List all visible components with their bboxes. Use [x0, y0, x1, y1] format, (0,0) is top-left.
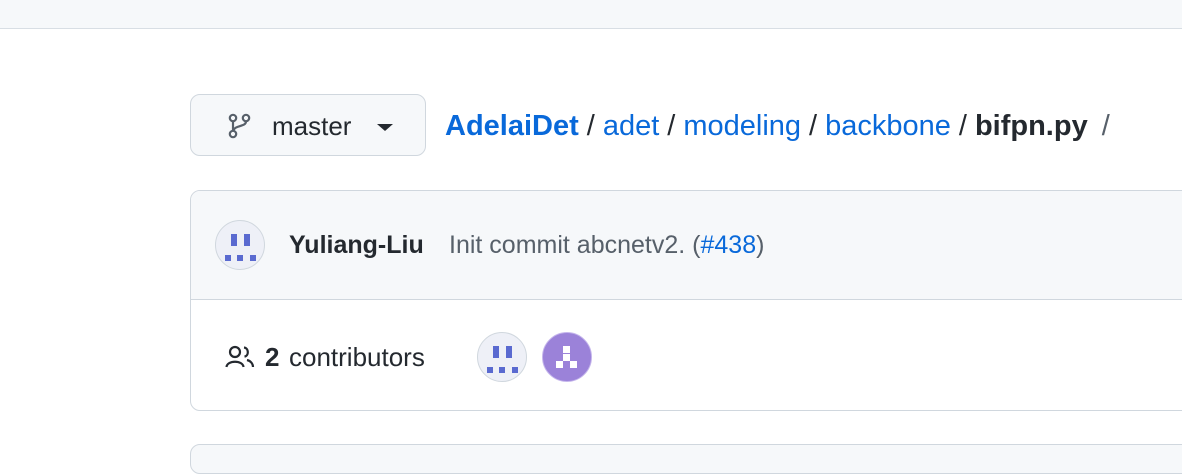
branch-select-button[interactable]: master: [190, 94, 426, 156]
latest-commit-header: Yuliang-Liu Init commit abcnetv2. (#438): [191, 191, 1182, 300]
commit-message: Init commit abcnetv2. (#438): [449, 225, 764, 265]
breadcrumb-repo-link[interactable]: AdelaiDet: [445, 110, 579, 142]
git-branch-icon: [228, 113, 251, 139]
contributors-label: contributors: [289, 342, 425, 372]
commit-message-text[interactable]: Init commit abcnetv2. (: [449, 231, 700, 259]
commit-info-box: Yuliang-Liu Init commit abcnetv2. (#438)…: [190, 190, 1182, 411]
branch-name: master: [272, 111, 352, 141]
breadcrumb-separator: /: [1101, 110, 1110, 142]
file-content-box: [190, 444, 1182, 474]
breadcrumb-separator: /: [958, 110, 967, 142]
contributor-avatar[interactable]: [542, 332, 592, 382]
top-strip: [0, 0, 1182, 29]
author-avatar[interactable]: [215, 220, 265, 270]
commit-message-suffix: ): [756, 231, 765, 259]
breadcrumb-separator: /: [667, 110, 676, 142]
breadcrumb-separator: /: [809, 110, 818, 142]
breadcrumb-dir-backbone[interactable]: backbone: [825, 110, 951, 142]
breadcrumb-file-name: bifpn.py: [974, 110, 1088, 142]
people-icon: [225, 345, 255, 368]
breadcrumb: AdelaiDet / adet / modeling / backbone / bifpn.p…: [445, 104, 1110, 148]
chevron-down-icon: [377, 124, 393, 131]
contributors-count: 2: [265, 342, 280, 372]
commit-author-link[interactable]: Yuliang-Liu: [289, 225, 424, 265]
breadcrumb-separator: /: [586, 110, 595, 142]
breadcrumb-dir-adet[interactable]: adet: [603, 110, 659, 142]
breadcrumb-dir-modeling[interactable]: modeling: [683, 110, 801, 142]
contributor-avatar[interactable]: [477, 332, 527, 382]
pull-request-link[interactable]: #438: [700, 231, 756, 259]
